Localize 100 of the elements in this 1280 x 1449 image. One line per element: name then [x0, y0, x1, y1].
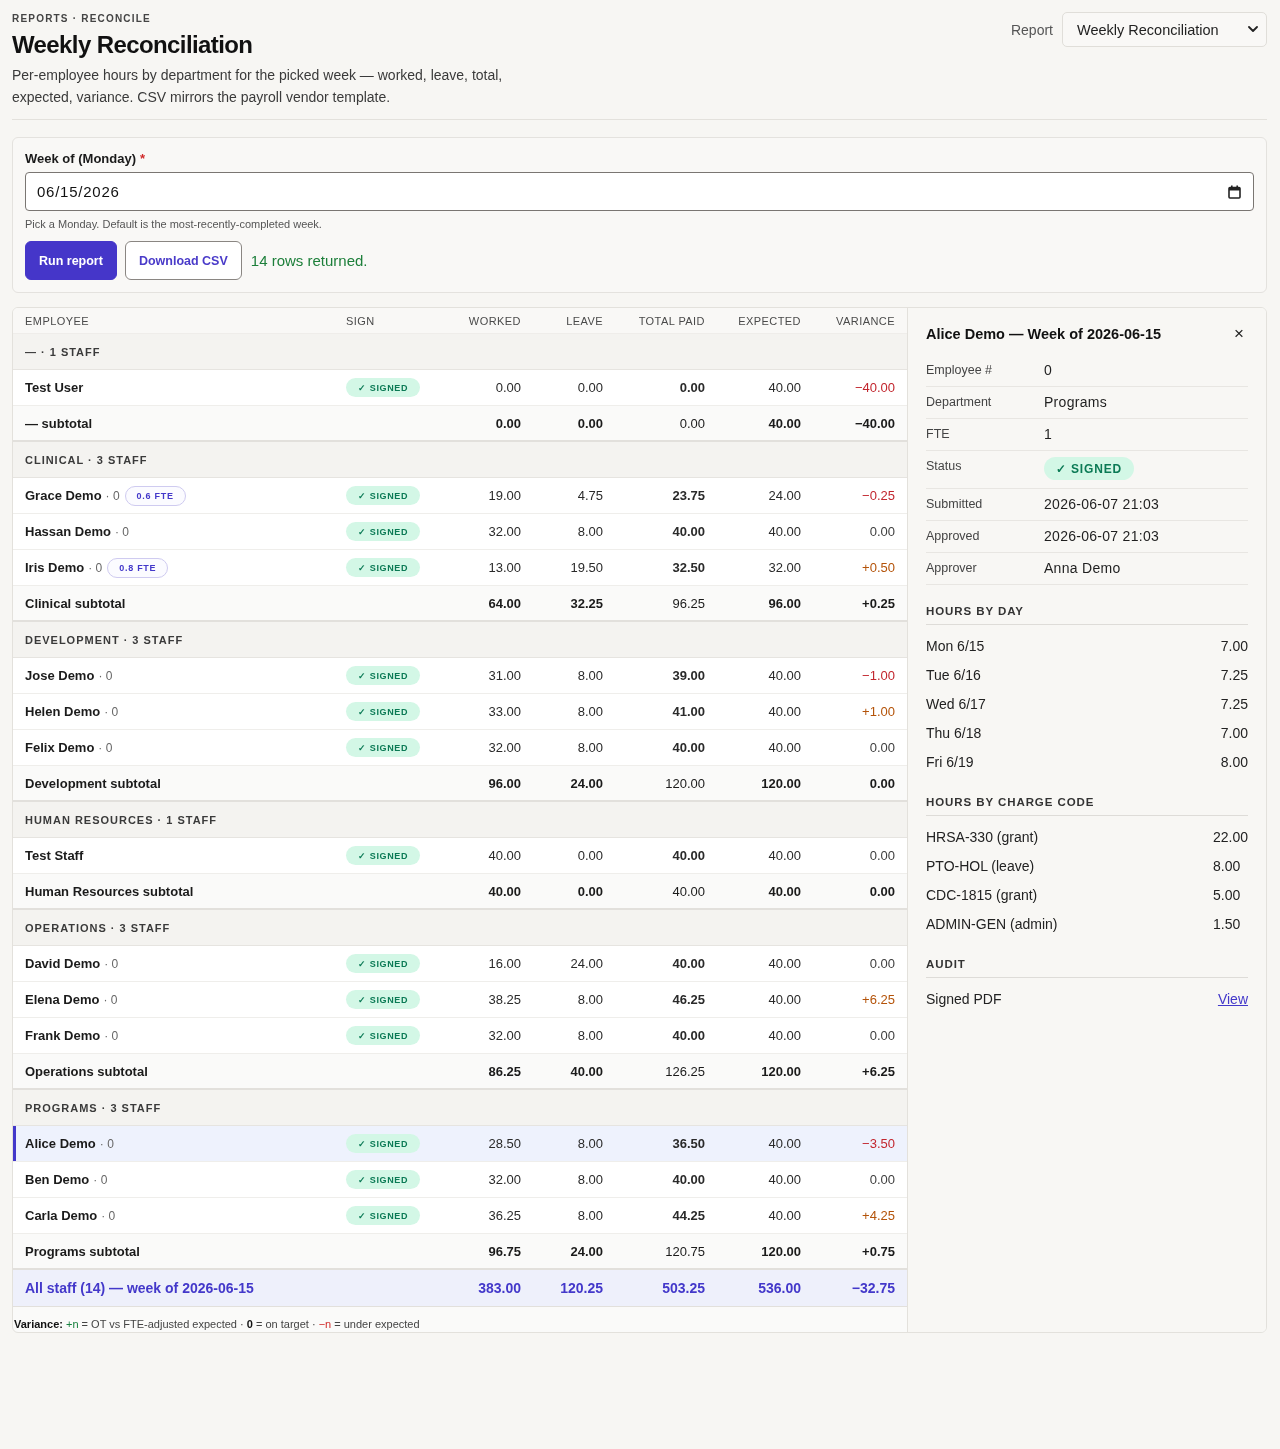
date-field[interactable]: 06/15/2026 [25, 172, 1254, 211]
signed-badge: ✓ SIGNED [346, 1134, 421, 1153]
employee-row[interactable]: Felix Demo · 0 ✓ SIGNED 32.00 8.00 40.00 40.00 0.00 [13, 730, 907, 766]
signed-badge: ✓ SIGNED [346, 378, 421, 397]
subtotal-cell: +0.75 [862, 1243, 895, 1259]
chevron-down-icon [1248, 26, 1258, 33]
employee-number: · 0 [88, 560, 103, 575]
leave-cell: 8.00 [577, 1136, 603, 1151]
employee-row[interactable]: Helen Demo · 0 ✓ SIGNED 33.00 8.00 41.00 40.00 +1.00 [13, 694, 907, 730]
field-label: Approver [926, 560, 977, 576]
row-label: Signed PDF [926, 990, 1002, 1007]
column-header: WORKED [468, 314, 521, 327]
hours-value: 5.00 [1212, 886, 1241, 903]
field-value: 1 [1044, 426, 1053, 442]
field-label: FTE [926, 426, 950, 442]
column-header: VARIANCE [836, 314, 895, 327]
expected-cell: 32.00 [768, 560, 801, 575]
subtotal-cell: 0.00 [869, 883, 895, 899]
worked-cell: 36.25 [488, 1208, 521, 1223]
signed-badge: ✓ SIGNED [346, 1206, 421, 1225]
worked-cell: 40.00 [488, 848, 521, 863]
group-header: HUMAN RESOURCES · 1 STAFF [13, 802, 907, 838]
total-paid-cell: 40.00 [672, 1028, 705, 1043]
employee-name: Hassan Demo [25, 524, 111, 539]
column-header: SIGN [346, 314, 375, 327]
employee-name: Test User [25, 380, 84, 395]
calendar-icon[interactable] [1228, 184, 1241, 199]
expected-cell: 40.00 [768, 704, 801, 719]
worked-cell: 32.00 [488, 1172, 521, 1187]
worked-cell: 19.00 [488, 488, 521, 503]
total-cell: −32.75 [851, 1280, 895, 1296]
total-cell: 383.00 [478, 1280, 521, 1296]
row-label: CDC-1815 (grant) [926, 886, 1038, 903]
variance-cell: +1.00 [862, 704, 895, 719]
worked-cell: 33.00 [488, 704, 521, 719]
worked-cell: 28.50 [488, 1136, 521, 1151]
section-heading: HOURS BY DAY [926, 604, 1248, 625]
row-label: Fri 6/19 [926, 753, 974, 770]
leave-cell: 8.00 [577, 704, 603, 719]
total-paid-cell: 23.75 [672, 488, 705, 503]
hours-value: 7.25 [1220, 695, 1248, 712]
expected-cell: 40.00 [768, 992, 801, 1007]
signed-badge: ✓ SIGNED [346, 666, 421, 685]
subtotal-cell: 120.00 [761, 1063, 801, 1079]
employee-row[interactable]: Hassan Demo · 0 ✓ SIGNED 32.00 8.00 40.00 40.00 0.00 [13, 514, 907, 550]
download-button[interactable]: Download CSV [124, 241, 242, 280]
subtotal-cell: 0.00 [869, 775, 895, 791]
subtotal-cell: 40.00 [570, 1063, 603, 1079]
subtotal-cell: 120.00 [665, 775, 705, 791]
subtotal-cell: 96.25 [672, 595, 705, 611]
employee-row[interactable]: Ben Demo · 0 ✓ SIGNED 32.00 8.00 40.00 40.00 0.00 [13, 1162, 907, 1198]
field-label: Department [926, 394, 992, 410]
subtotal-label: Development subtotal [25, 775, 161, 791]
group-header: — · 1 STAFF [13, 334, 907, 370]
variance-cell: 0.00 [869, 740, 895, 755]
leave-cell: 8.00 [577, 668, 603, 683]
page-title: Weekly Reconciliation [12, 30, 253, 60]
variance-cell: −0.25 [862, 488, 895, 503]
run-report-button[interactable]: Run report [25, 241, 117, 280]
variance-cell: +0.50 [862, 560, 895, 575]
worked-cell: 16.00 [488, 956, 521, 971]
total-paid-cell: 32.50 [672, 560, 705, 575]
employee-row[interactable]: Elena Demo · 0 ✓ SIGNED 38.25 8.00 46.25 40.00 +6.25 [13, 982, 907, 1018]
employee-row[interactable]: David Demo · 0 ✓ SIGNED 16.00 24.00 40.00 40.00 0.00 [13, 946, 907, 982]
section-heading: HOURS BY CHARGE CODE [926, 795, 1248, 816]
employee-number: · 0 [101, 1208, 116, 1223]
variance-cell: −40.00 [854, 380, 895, 395]
subtotal-cell: 126.25 [665, 1063, 705, 1079]
total-paid-cell: 40.00 [672, 524, 705, 539]
view-link[interactable]: View [1217, 990, 1248, 1007]
column-header: EXPECTED [738, 314, 801, 327]
section-heading: AUDIT [926, 957, 1248, 978]
expected-cell: 40.00 [768, 524, 801, 539]
expected-cell: 40.00 [768, 1028, 801, 1043]
total-paid-cell: 39.00 [672, 668, 705, 683]
employee-row[interactable]: Alice Demo · 0 ✓ SIGNED 28.50 8.00 36.50 40.00 −3.50 [13, 1126, 907, 1162]
total-paid-cell: 44.25 [672, 1208, 705, 1223]
employee-row[interactable]: Test Staff ✓ SIGNED 40.00 0.00 40.00 40.00 0.00 [13, 838, 907, 874]
report-select[interactable]: Weekly Reconciliation [1062, 12, 1267, 47]
subtotal-cell: 120.00 [761, 775, 801, 791]
row-label: Thu 6/18 [926, 724, 982, 741]
hours-value: 8.00 [1220, 753, 1248, 770]
field-value: Programs [1044, 394, 1107, 410]
leave-cell: 8.00 [577, 992, 603, 1007]
subtotal-cell: 0.00 [495, 415, 521, 431]
employee-row[interactable]: Iris Demo · 0 0.8 FTE ✓ SIGNED 13.00 19.50 32.50 32.00 +0.50 [13, 550, 907, 586]
employee-name: David Demo [25, 956, 101, 971]
subtotal-label: — subtotal [25, 415, 93, 431]
subtotal-cell: 86.25 [488, 1063, 521, 1079]
employee-row[interactable]: Jose Demo · 0 ✓ SIGNED 31.00 8.00 39.00 40.00 −1.00 [13, 658, 907, 694]
field-value: Anna Demo [1044, 560, 1121, 576]
subtotal-cell: 40.00 [488, 883, 521, 899]
worked-cell: 32.00 [488, 524, 521, 539]
field-value: 2026-06-07 21:03 [1044, 528, 1160, 544]
close-button[interactable]: × [1230, 325, 1248, 343]
employee-row[interactable]: Frank Demo · 0 ✓ SIGNED 32.00 8.00 40.00 40.00 0.00 [13, 1018, 907, 1054]
employee-row[interactable]: Carla Demo · 0 ✓ SIGNED 36.25 8.00 44.25 40.00 +4.25 [13, 1198, 907, 1234]
signed-badge: ✓ SIGNED [346, 954, 421, 973]
employee-row[interactable]: Test User ✓ SIGNED 0.00 0.00 0.00 40.00 −40.00 [13, 370, 907, 406]
employee-row[interactable]: Grace Demo · 0 0.6 FTE ✓ SIGNED 19.00 4.75 23.75 24.00 −0.25 [13, 478, 907, 514]
